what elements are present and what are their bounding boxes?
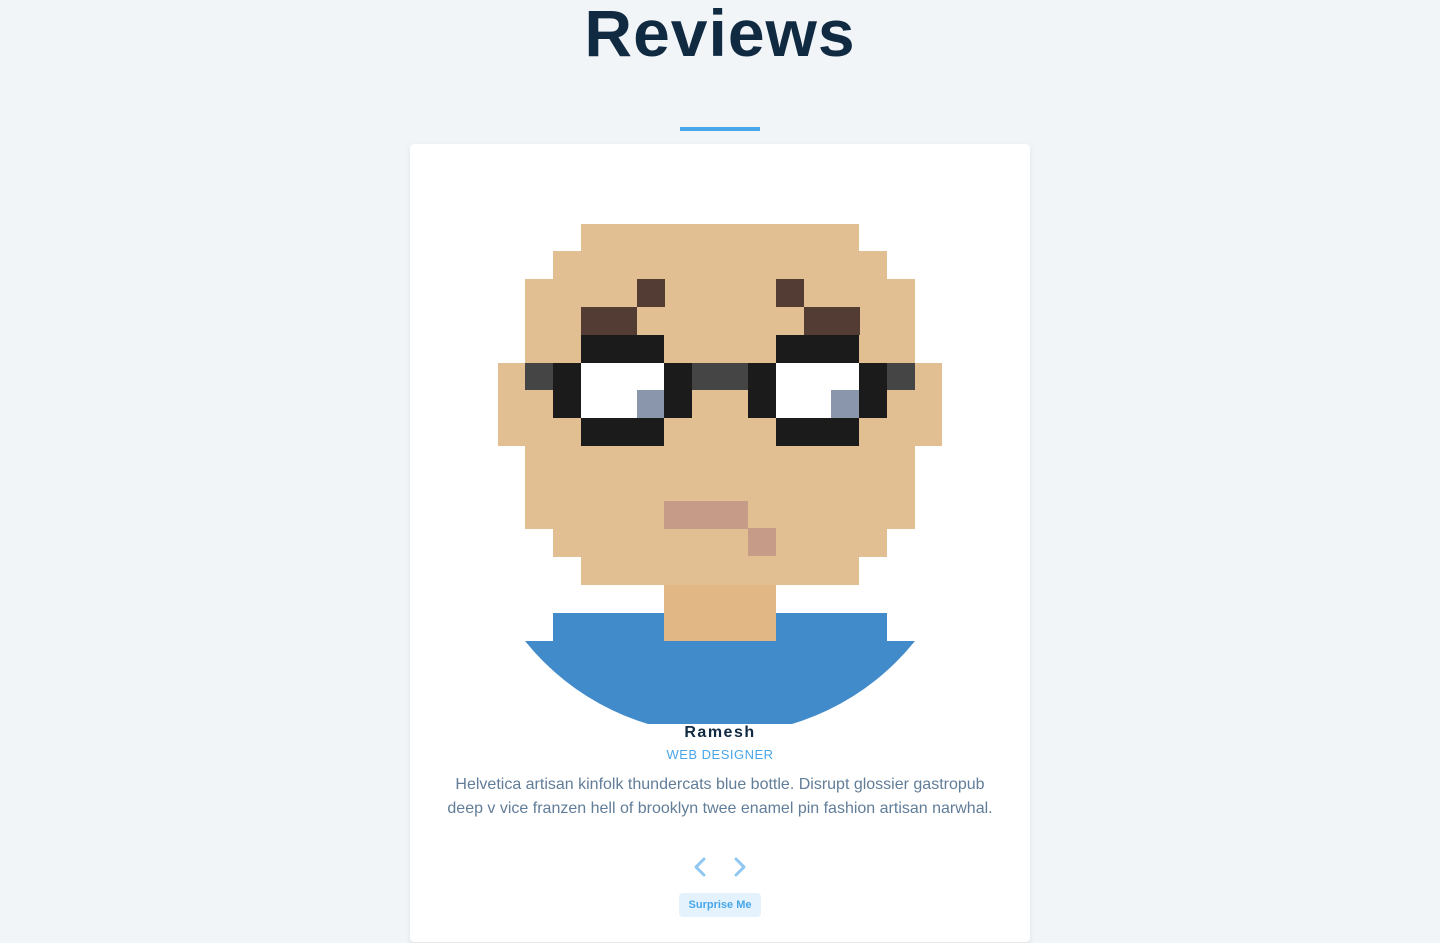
title-underline (680, 127, 760, 131)
chevron-right-icon (733, 857, 747, 880)
page-title: Reviews (584, 0, 856, 70)
review-navigation (410, 856, 1030, 880)
avatar (498, 224, 942, 724)
next-button[interactable] (729, 856, 751, 880)
prev-button[interactable] (689, 856, 711, 880)
reviewer-name: Ramesh (684, 724, 756, 741)
review-card: Ramesh Web Designer Helvetica artisan ki… (410, 144, 1030, 942)
chevron-left-icon (693, 857, 707, 880)
review-text: Helvetica artisan kinfolk thundercats bl… (447, 776, 993, 817)
reviewer-job: Web Designer (666, 747, 774, 762)
surprise-me-button[interactable]: Surprise Me (679, 893, 761, 917)
